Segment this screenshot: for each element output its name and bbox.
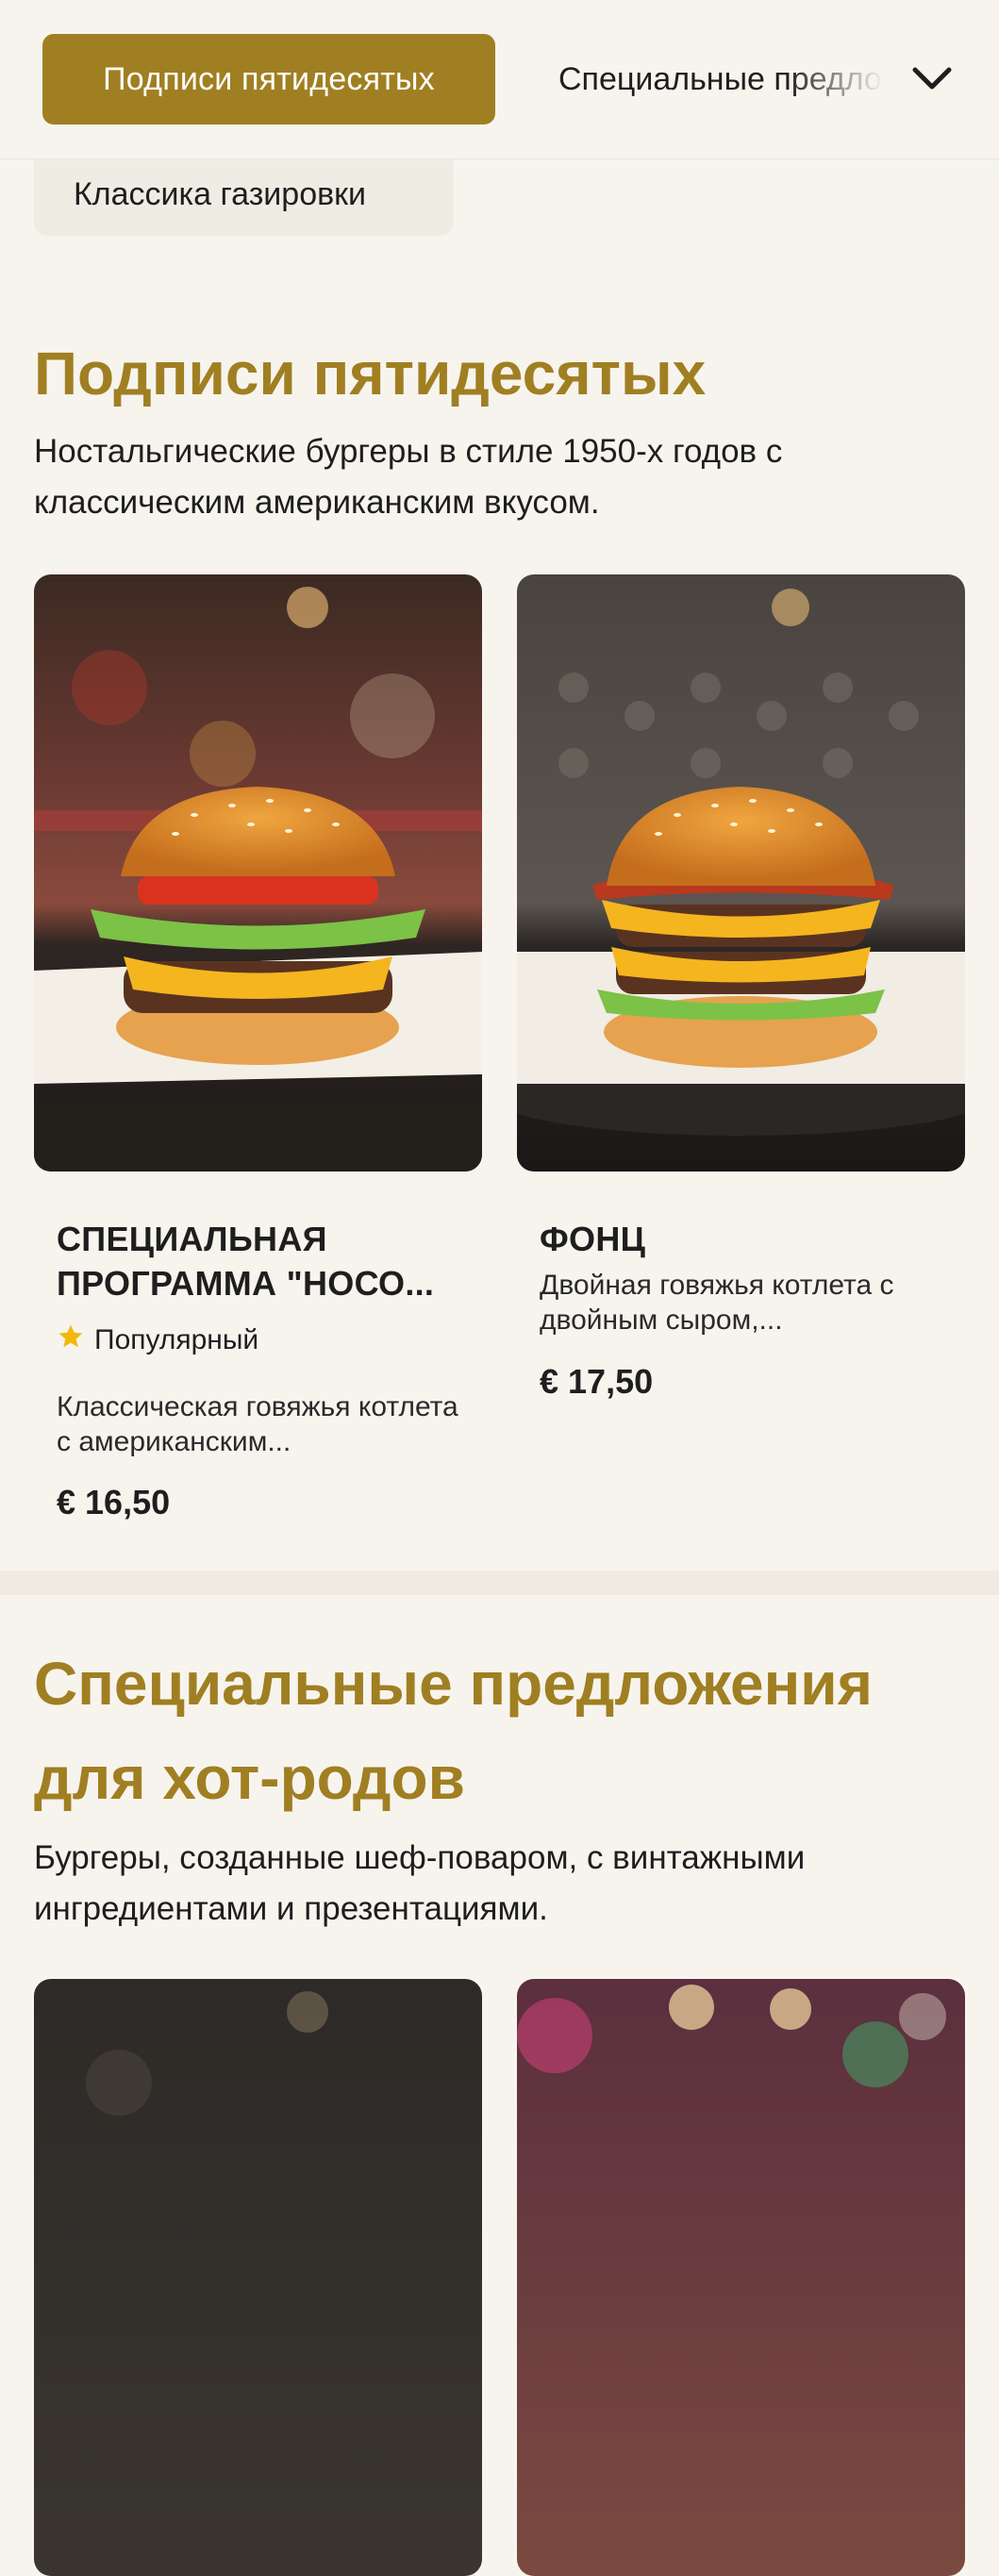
item-price: € 16,50: [57, 1483, 171, 1521]
section-title: Специальные предложения для хот-родов: [34, 1650, 873, 1812]
product-image-hot-rod-1[interactable]: [34, 1979, 482, 2576]
product-image-burger-fonz[interactable]: [517, 574, 965, 1172]
tab-hot-rod-specials[interactable]: Специальные предложения для хот-родов: [558, 34, 884, 125]
section-description: Бургеры, созданные шеф-поваром, с винтаж…: [34, 1839, 806, 1927]
product-image-hot-rod-2[interactable]: [517, 1979, 965, 2576]
item-name[interactable]: СПЕЦИАЛЬНАЯ ПРОГРАММА "НОСО...: [57, 1217, 453, 1305]
product-image-burger-classic[interactable]: [34, 574, 482, 1172]
star-icon: [57, 1322, 85, 1358]
section-divider: [0, 1571, 999, 1595]
popular-badge: Популярный: [57, 1322, 258, 1358]
chevron-down-icon[interactable]: [906, 52, 958, 105]
item-description: Классическая говяжья котлета с американс…: [57, 1391, 458, 1457]
tab-fifties-signatures[interactable]: Подписи пятидесятых: [42, 34, 495, 125]
category-nav: Подписи пятидесятых Специальные предложе…: [0, 0, 999, 159]
badge-label: Популярный: [94, 1324, 259, 1355]
section-description: Ностальгические бургеры в стиле 1950-х г…: [34, 433, 783, 521]
item-price: € 17,50: [540, 1362, 654, 1401]
section-title: Подписи пятидесятых: [34, 340, 707, 407]
item-name[interactable]: ФОНЦ: [540, 1217, 936, 1261]
item-description: Двойная говяжья котлета с двойным сыром,…: [540, 1270, 894, 1336]
